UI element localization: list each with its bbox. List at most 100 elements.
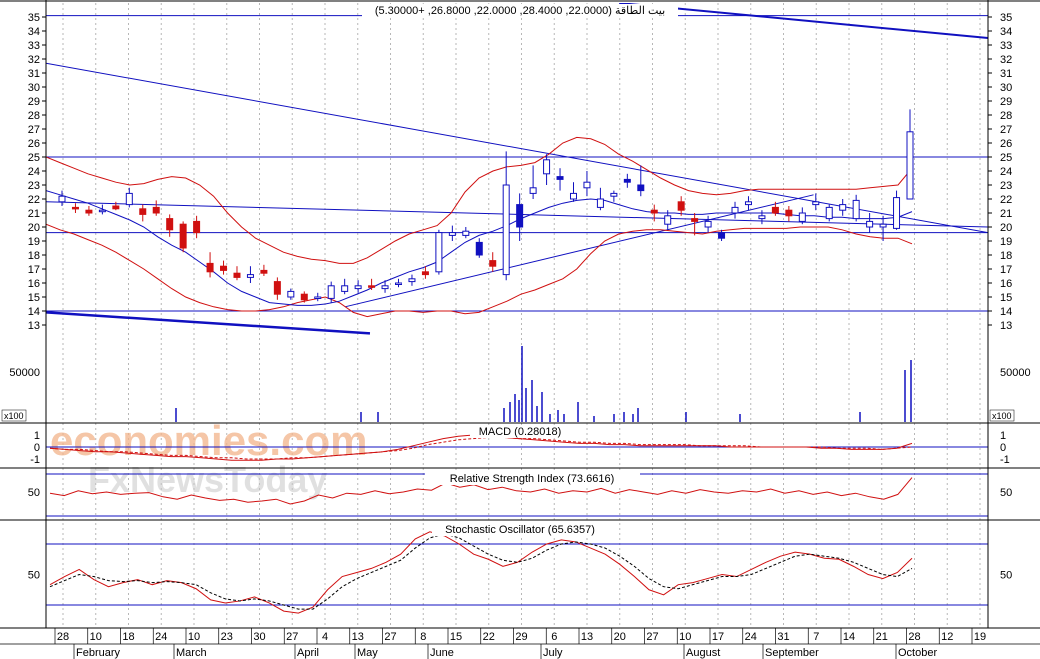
x-day-tick: 21 [876,631,888,643]
candle-body [704,220,712,228]
x-month-label: February [76,647,121,659]
rsi-title: Relative Strength Index (73.6616) [450,473,615,485]
candle-body [260,269,268,274]
candle-body [435,232,443,273]
x-month-label: June [430,647,454,659]
stoch-right-tick: 50 [1000,570,1012,582]
candle-body [691,218,699,222]
left-y-tick: 33 [28,40,40,52]
candle-body [543,159,551,175]
x-day-tick: 15 [450,631,462,643]
candle-body [287,290,295,298]
candle-body [623,178,631,183]
candle-body [906,131,914,200]
x-month-label: October [898,647,937,659]
left-y-tick: 16 [28,278,40,290]
candle-body [893,197,901,229]
x-day-tick: 7 [813,631,819,643]
x-day-tick: 6 [551,631,557,643]
x-day-tick: 10 [90,631,102,643]
x-day-tick: 24 [745,631,757,643]
candle-body [273,281,281,295]
left-y-tick: 34 [28,26,40,38]
left-y-tick: 26 [28,138,40,150]
price-title: بيت الطاقة (22.0000, 28.4000, 22.0000, 2… [375,5,665,17]
right-y-tick: 22 [1000,194,1012,206]
candle-body [139,208,147,215]
candle-body [246,274,254,278]
candle-body [220,265,228,271]
candle-body [650,209,658,214]
x-month-label: May [357,647,378,659]
rsi-left-tick: 50 [28,487,40,499]
left-y-tick: 22 [28,194,40,206]
left-y-tick: 15 [28,292,40,304]
x-day-tick: 27 [286,631,298,643]
x-day-tick: 24 [155,631,167,643]
candle-body [758,215,766,220]
left-y-tick: 18 [28,250,40,262]
right-y-tick: 25 [1000,152,1012,164]
candle-body [825,206,833,220]
candle-body [771,206,779,214]
right-y-tick: 14 [1000,306,1012,318]
candle-body [529,187,537,194]
x-day-tick: 12 [941,631,953,643]
candle-body [58,195,66,203]
left-y-tick: 13 [28,320,40,332]
x-day-tick: 10 [188,631,200,643]
candle-body [583,181,591,189]
x-day-tick: 4 [322,631,328,643]
x-day-tick: 22 [483,631,495,643]
candle-body [206,262,214,273]
volume-left-label: 50000 [9,367,40,379]
right-y-tick: 27 [1000,124,1012,136]
candle-body [731,206,739,214]
x-day-tick: 14 [843,631,855,643]
x-day-tick: 13 [352,631,364,643]
x-day-tick: 27 [646,631,658,643]
right-y-tick: 26 [1000,138,1012,150]
macd-left-tick: -1 [30,454,40,466]
candle-body [354,285,362,290]
candle-body [112,205,120,210]
right-y-tick: 29 [1000,96,1012,108]
right-y-tick: 31 [1000,68,1012,80]
right-y-tick: 28 [1000,110,1012,122]
candle-body [637,184,645,192]
x-day-tick: 19 [974,631,986,643]
right-y-tick: 23 [1000,180,1012,192]
candle-body [71,206,79,210]
candle-body [152,206,160,214]
candle-body [516,204,524,228]
candle-body [85,209,93,214]
left-y-tick: 23 [28,180,40,192]
left-y-tick: 20 [28,222,40,234]
candle-body [798,212,806,222]
stochastic-title: Stochastic Oscillator (65.6357) [445,524,595,536]
macd-right-tick: -1 [1000,454,1010,466]
volume-unit-left: x100 [4,411,24,421]
left-y-tick: 35 [28,12,40,24]
candle-body [448,232,456,236]
right-y-tick: 30 [1000,82,1012,94]
candle-body [489,260,497,267]
macd-left-tick: 0 [34,442,40,454]
left-y-tick: 17 [28,264,40,276]
right-y-tick: 17 [1000,264,1012,276]
x-day-tick: 27 [384,631,396,643]
x-day-tick: 30 [253,631,265,643]
candle-body [610,192,618,197]
left-y-tick: 27 [28,124,40,136]
left-y-tick: 24 [28,166,40,178]
right-y-tick: 15 [1000,292,1012,304]
candle-body [502,184,510,276]
candle-body [677,201,685,211]
x-month-label: March [176,647,207,659]
right-y-tick: 19 [1000,236,1012,248]
right-y-tick: 33 [1000,40,1012,52]
candle-body [327,285,335,299]
x-month-label: August [686,647,720,659]
macd-right-tick: 0 [1000,442,1006,454]
x-day-tick: 28 [57,631,69,643]
